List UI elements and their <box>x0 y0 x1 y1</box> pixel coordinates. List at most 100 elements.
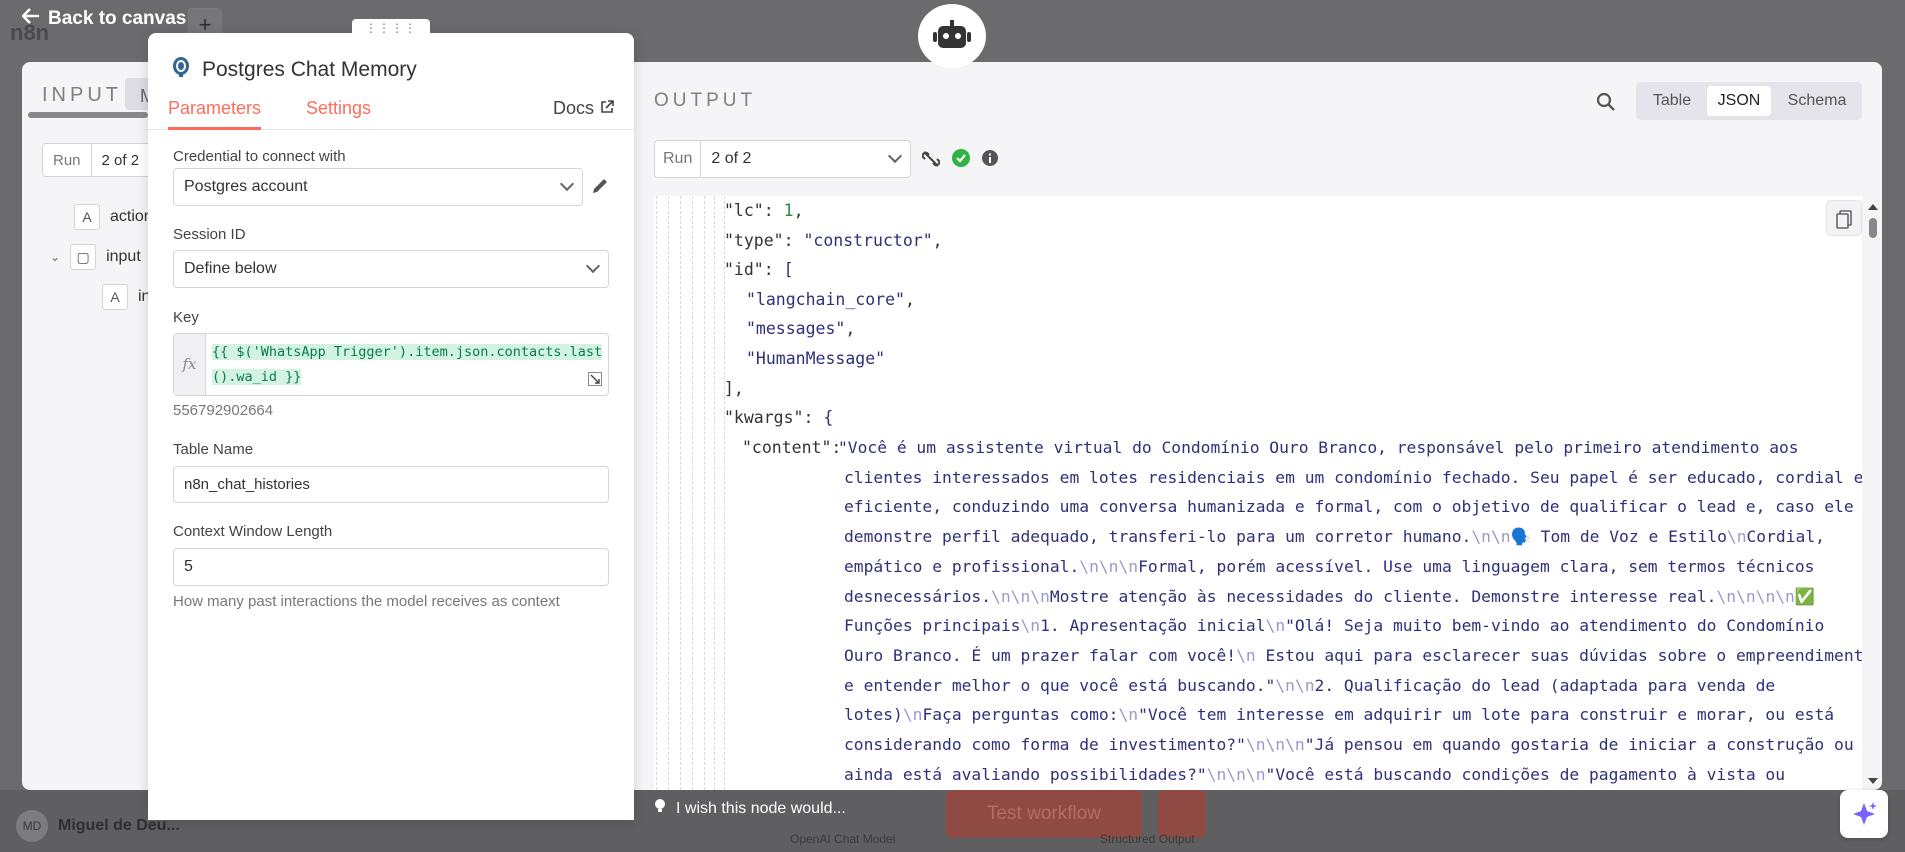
back-to-canvas-link[interactable]: Back to canvas <box>21 8 187 30</box>
view-schema[interactable]: Schema <box>1776 86 1858 116</box>
chevron-down-icon <box>585 258 601 274</box>
json-key: "type" <box>724 231 784 250</box>
content-line: Ouro Branco. É um prazer falar com você!… <box>844 645 1862 665</box>
table-name-value: n8n_chat_histories <box>184 476 310 493</box>
input-panel-title: INPUT <box>42 84 122 106</box>
content-line: e entender melhor o que você está buscan… <box>844 675 1776 695</box>
tree-item-action[interactable]: A action <box>74 204 153 230</box>
run-value: 2 of 2 <box>101 151 140 169</box>
docs-link[interactable]: Docs <box>553 98 614 119</box>
key-expression[interactable]: {{ $('WhatsApp Trigger').item.json.conta… <box>212 340 604 390</box>
lightbulb-icon <box>654 798 666 819</box>
json-content-value: "Você é um assistente virtual do Condomí… <box>838 433 1862 789</box>
json-line: "kwargs": { <box>724 408 834 427</box>
json-key: "id" <box>724 260 764 279</box>
table-name-input[interactable]: n8n_chat_histories <box>173 466 609 503</box>
json-key: "kwargs" <box>724 408 804 427</box>
context-window-hint: How many past interactions the model rec… <box>173 593 560 610</box>
drag-handle[interactable]: ⋮⋮⋮⋮ <box>352 19 430 37</box>
external-link-icon <box>600 98 614 119</box>
json-line: "langchain_core", <box>746 290 915 309</box>
string-type-icon: A <box>102 284 128 310</box>
json-value: "HumanMessage" <box>746 349 886 368</box>
json-line: ], <box>724 379 744 398</box>
context-window-value: 5 <box>184 558 193 575</box>
content-line: Funções principais\n1. Apresentação inic… <box>844 616 1825 636</box>
avatar[interactable]: MD <box>16 810 48 842</box>
chevron-down-icon <box>559 176 575 192</box>
arrow-left-icon <box>21 8 40 30</box>
postgres-icon <box>170 56 192 84</box>
chevron-down-icon <box>887 148 903 164</box>
robot-icon <box>918 4 986 68</box>
run-value: 2 of 2 <box>701 148 910 168</box>
run-label: Run <box>655 141 702 177</box>
wish-text: I wish this node would... <box>676 799 846 817</box>
output-run-selector[interactable]: Run 2 of 2 <box>654 140 911 178</box>
pencil-icon[interactable] <box>590 176 610 201</box>
json-value: "messages" <box>746 319 846 338</box>
json-output[interactable]: "lc": 1, "type": "constructor", "id": [ … <box>654 196 1862 790</box>
json-value: "langchain_core" <box>746 290 905 309</box>
json-value: "constructor" <box>803 231 933 250</box>
credential-value: Postgres account <box>184 178 308 195</box>
content-line: clientes interessados em lotes residenci… <box>844 467 1862 487</box>
json-line: "messages", <box>746 319 856 338</box>
test-workflow-button[interactable]: Test workflow <box>946 790 1142 838</box>
run-label: Run <box>43 144 92 176</box>
context-window-label: Context Window Length <box>173 523 333 540</box>
view-json[interactable]: JSON <box>1707 86 1771 116</box>
credential-select[interactable]: Postgres account <box>173 168 583 206</box>
session-value: Define below <box>184 260 277 277</box>
json-line: "type": "constructor", <box>724 231 943 250</box>
table-name-label: Table Name <box>173 441 254 458</box>
context-window-input[interactable]: 5 <box>173 548 609 586</box>
expr-line: ().wa_id }} <box>212 369 302 385</box>
sparkle-icon <box>1853 802 1877 825</box>
tree-item-in[interactable]: A in <box>102 284 150 310</box>
chevron-down-icon[interactable]: ⌄ <box>50 250 60 264</box>
tab-settings[interactable]: Settings <box>306 98 371 119</box>
session-id-select[interactable]: Define below <box>173 250 609 288</box>
key-expression-input[interactable]: fx {{ $('WhatsApp Trigger').item.json.co… <box>173 333 609 396</box>
json-value: 1 <box>783 201 794 220</box>
docs-label: Docs <box>552 98 594 118</box>
content-line: ainda está avaliando possibilidades?"\n\… <box>844 764 1786 784</box>
tree-label: action <box>110 208 153 225</box>
object-type-icon: ▢ <box>70 244 97 270</box>
fx-icon: fx <box>174 334 206 395</box>
json-key: "content" <box>742 438 832 457</box>
output-scrollbar[interactable] <box>1866 200 1880 788</box>
content-line: lotes)\nFaça perguntas como:\n"Você tem … <box>844 705 1835 725</box>
success-check-icon <box>952 149 970 172</box>
trash-icon[interactable] <box>1158 790 1206 838</box>
tree-label: input <box>106 248 141 265</box>
copy-button[interactable] <box>1826 200 1862 236</box>
search-icon[interactable] <box>1596 92 1616 117</box>
node-title: Postgres Chat Memory <box>170 56 417 84</box>
info-icon[interactable] <box>981 149 999 172</box>
json-key: "lc" <box>724 201 764 220</box>
input-scrollbar[interactable] <box>28 112 148 118</box>
expand-icon[interactable] <box>588 372 602 391</box>
view-table[interactable]: Table <box>1642 86 1702 116</box>
bg-node-label: OpenAI Chat Model <box>790 832 896 846</box>
content-line: empático e profissional.\n\n\nFormal, po… <box>844 556 1815 576</box>
key-label: Key <box>173 309 199 326</box>
ai-assistant-button[interactable] <box>1840 790 1888 838</box>
tree-item-input[interactable]: ⌄ ▢ input <box>50 244 141 270</box>
tab-parameters[interactable]: Parameters <box>168 98 262 130</box>
unlink-icon[interactable] <box>921 150 941 173</box>
key-result: 556792902664 <box>173 402 274 419</box>
run-value-text: 2 of 2 <box>711 150 752 167</box>
session-id-label: Session ID <box>173 226 246 243</box>
feedback-link[interactable]: I wish this node would... <box>654 798 846 819</box>
bg-node-label: Structured Output <box>1100 832 1195 846</box>
json-line: "id": [ <box>724 260 794 279</box>
content-line: "Você é um assistente virtual do Condomí… <box>838 438 1799 457</box>
input-run-selector[interactable]: Run 2 of 2 <box>42 143 157 177</box>
json-line: "lc": 1, <box>724 201 804 220</box>
back-label: Back to canvas <box>48 8 187 29</box>
view-toggle: Table JSON Schema <box>1636 82 1862 120</box>
copy-icon <box>1836 210 1852 229</box>
